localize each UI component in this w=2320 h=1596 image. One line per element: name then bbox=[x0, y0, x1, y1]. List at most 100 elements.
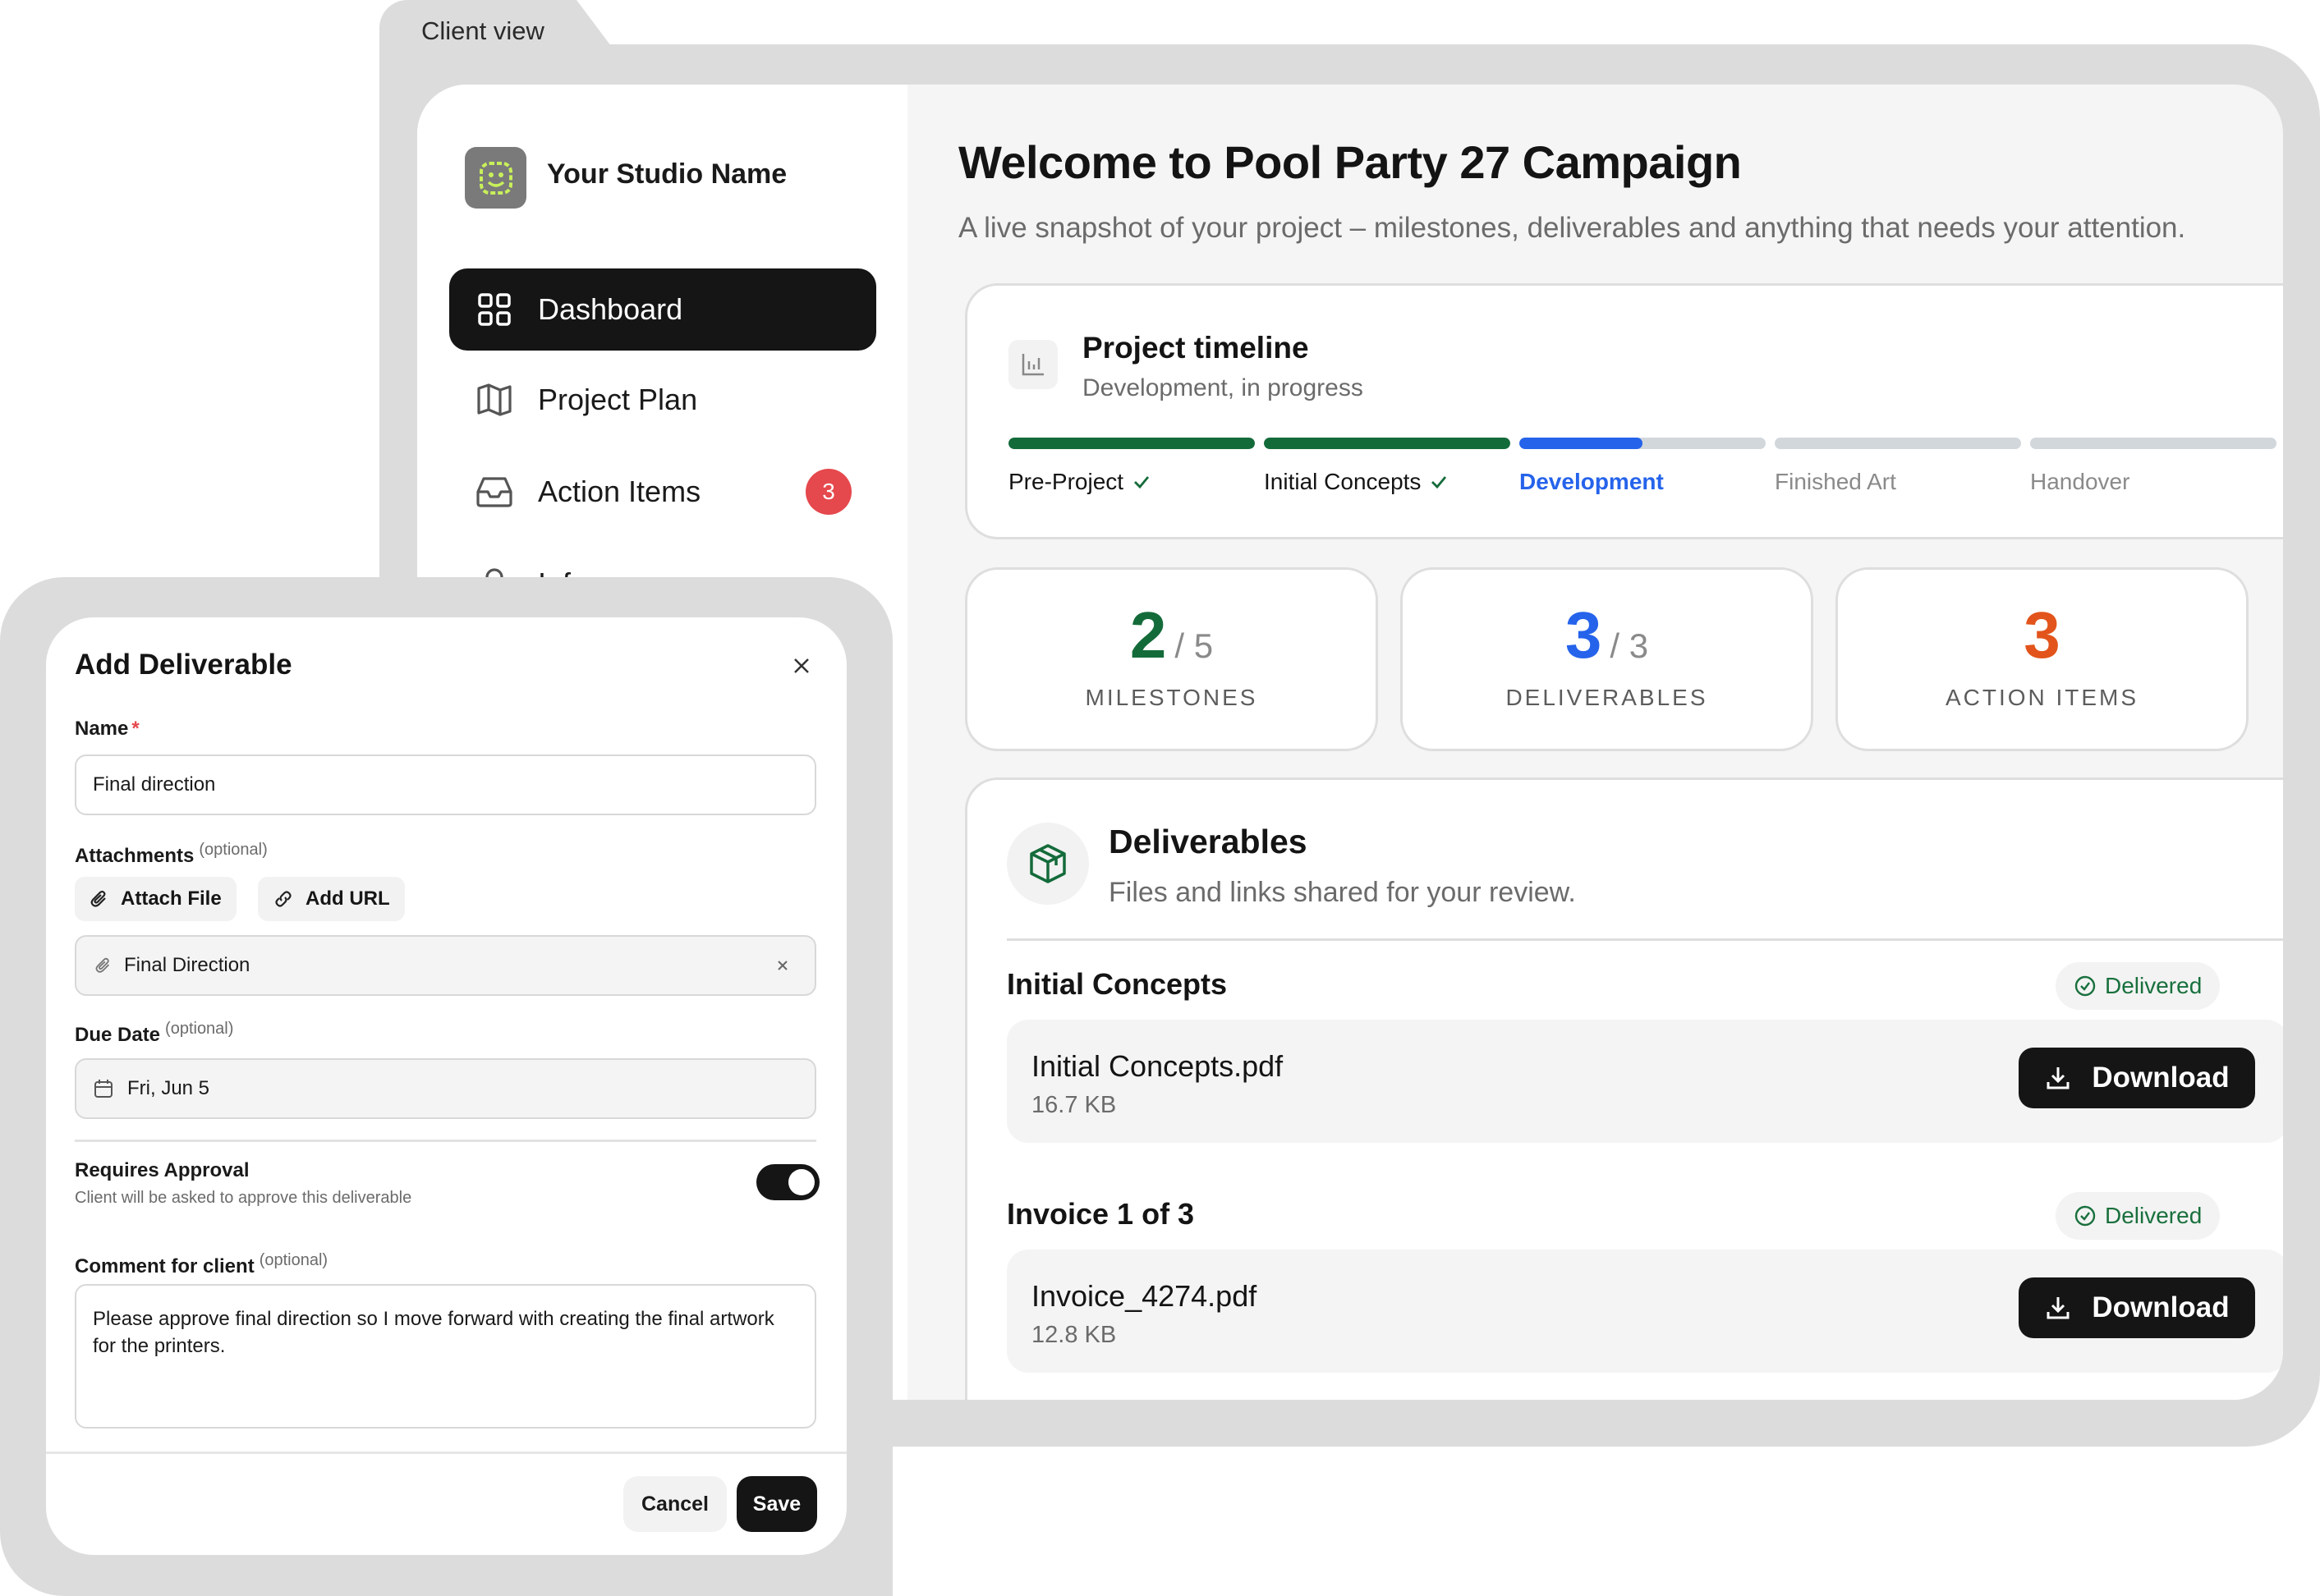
check-circle-icon bbox=[2074, 1205, 2096, 1227]
add-deliverable-modal: Add Deliverable Name * Final direction At… bbox=[46, 617, 847, 1555]
close-icon[interactable] bbox=[789, 654, 814, 678]
file-row: Invoice_4274.pdf 12.8 KB Download bbox=[1007, 1250, 2283, 1373]
requires-approval-label: Requires Approval bbox=[75, 1159, 250, 1181]
timeline-phase-1: Pre-Project bbox=[1008, 469, 1151, 495]
download-icon bbox=[2047, 1067, 2070, 1089]
requires-approval-toggle[interactable] bbox=[756, 1164, 820, 1200]
attachments-label: Attachments (optional) bbox=[75, 841, 268, 867]
timeline-segment-fill bbox=[1008, 438, 1255, 449]
sidebar-item-label: Project Plan bbox=[538, 383, 698, 416]
add-url-button[interactable]: Add URL bbox=[258, 877, 405, 921]
map-icon bbox=[475, 381, 513, 419]
paperclip-icon bbox=[95, 957, 110, 973]
divider bbox=[1007, 938, 2283, 941]
due-date-label: Due Date (optional) bbox=[75, 1020, 234, 1046]
stat-count: 3 bbox=[1564, 598, 1602, 672]
deliverables-subtitle: Files and links shared for your review. bbox=[1109, 877, 1576, 908]
grid-icon bbox=[475, 291, 513, 328]
dashboard-main: Welcome to Pool Party 27 Campaign A live… bbox=[907, 85, 2283, 1400]
stat-card-deliverables[interactable]: 3/ 3 DELIVERABLES bbox=[1400, 567, 1813, 751]
status-text: Delivered bbox=[2105, 1203, 2203, 1228]
phase-label: Development bbox=[1519, 469, 1664, 494]
toggle-knob bbox=[788, 1169, 815, 1195]
due-date-field[interactable]: Fri, Jun 5 bbox=[75, 1058, 816, 1119]
deliverables-title: Deliverables bbox=[1109, 823, 1307, 860]
smiley-face-icon bbox=[479, 161, 512, 195]
deliverables-card: Deliverables Files and links shared for … bbox=[965, 777, 2283, 1400]
deliverable-group-title: Initial Concepts bbox=[1007, 967, 1228, 1001]
bar-chart-icon bbox=[1008, 340, 1058, 389]
requires-approval-help: Client will be asked to approve this del… bbox=[75, 1189, 412, 1207]
file-name: Initial Concepts.pdf bbox=[1031, 1049, 1284, 1083]
divider bbox=[75, 1140, 816, 1142]
stat-value: 3 bbox=[1838, 598, 2246, 673]
page-subtitle: A live snapshot of your project – milest… bbox=[958, 212, 2186, 244]
sidebar-item-action-items[interactable]: Action Items 3 bbox=[449, 451, 876, 533]
timeline-segment-fill bbox=[1519, 438, 1642, 449]
attachment-item: Final Direction bbox=[75, 935, 816, 996]
stat-value: 3/ 3 bbox=[1403, 598, 1811, 673]
phase-label: Initial Concepts bbox=[1264, 469, 1422, 494]
status-text: Delivered bbox=[2105, 973, 2203, 998]
download-icon bbox=[2047, 1297, 2070, 1319]
stat-count: 3 bbox=[2024, 598, 2060, 672]
comment-label: Comment for client (optional) bbox=[75, 1251, 328, 1277]
stat-label: ACTION ITEMS bbox=[1945, 685, 2139, 710]
project-timeline-card: Project timeline Development, in progres… bbox=[965, 283, 2283, 539]
timeline-phase-3: Development bbox=[1519, 469, 1664, 495]
paperclip-icon bbox=[90, 890, 106, 907]
attach-file-button[interactable]: Attach File bbox=[75, 877, 237, 921]
package-icon bbox=[1007, 823, 1089, 905]
link-icon bbox=[275, 891, 292, 907]
timeline-phase-4: Finished Art bbox=[1775, 469, 1896, 495]
timeline-segment-2 bbox=[1264, 438, 1510, 449]
timeline-phase-5: Handover bbox=[2030, 469, 2129, 495]
file-size: 12.8 KB bbox=[1031, 1322, 1117, 1348]
stat-total: / 5 bbox=[1174, 626, 1214, 665]
attachment-name: Final Direction bbox=[124, 954, 250, 976]
phase-label: Finished Art bbox=[1775, 469, 1896, 494]
sidebar-item-label: Dashboard bbox=[538, 292, 683, 326]
status-badge: Delivered bbox=[2056, 1192, 2221, 1240]
download-button[interactable]: Download bbox=[2019, 1277, 2255, 1338]
sidebar-item-label: Action Items bbox=[538, 475, 701, 508]
save-button[interactable]: Save bbox=[737, 1476, 817, 1532]
check-icon bbox=[1134, 476, 1150, 489]
download-label: Download bbox=[2092, 1062, 2230, 1094]
phase-label: Pre-Project bbox=[1008, 469, 1124, 494]
timeline-segment-1 bbox=[1008, 438, 1255, 449]
file-name: Invoice_4274.pdf bbox=[1031, 1279, 1257, 1313]
remove-attachment-icon[interactable] bbox=[775, 958, 790, 973]
timeline-title: Project timeline bbox=[1082, 331, 1309, 365]
check-circle-icon bbox=[2074, 975, 2096, 997]
calendar-icon bbox=[94, 1080, 113, 1098]
divider bbox=[46, 1452, 847, 1454]
timeline-segment-4 bbox=[1775, 438, 2021, 449]
cancel-button[interactable]: Cancel bbox=[623, 1476, 727, 1532]
check-icon bbox=[1431, 476, 1447, 489]
stat-total: / 3 bbox=[1610, 626, 1649, 665]
stat-value: 2/ 5 bbox=[967, 598, 1376, 673]
stat-label: DELIVERABLES bbox=[1505, 685, 1708, 710]
name-input[interactable]: Final direction bbox=[75, 754, 816, 815]
status-badge: Delivered bbox=[2056, 962, 2221, 1010]
download-button[interactable]: Download bbox=[2019, 1048, 2255, 1108]
download-label: Download bbox=[2092, 1291, 2230, 1323]
stat-count: 2 bbox=[1129, 598, 1167, 672]
phase-label: Handover bbox=[2030, 469, 2130, 494]
timeline-segment-fill bbox=[1264, 438, 1510, 449]
deliverable-group-title: Invoice 1 of 3 bbox=[1007, 1197, 1195, 1231]
studio-logo[interactable] bbox=[465, 147, 526, 209]
modal-title: Add Deliverable bbox=[75, 649, 292, 681]
stat-card-milestones[interactable]: 2/ 5 MILESTONES bbox=[965, 567, 1378, 751]
comment-textarea[interactable]: Please approve final direction so I move… bbox=[75, 1284, 816, 1429]
timeline-segment-3 bbox=[1519, 438, 1766, 449]
sidebar-item-project-plan[interactable]: Project Plan bbox=[449, 359, 876, 441]
file-size: 16.7 KB bbox=[1031, 1092, 1117, 1118]
sidebar-item-dashboard[interactable]: Dashboard bbox=[449, 268, 876, 351]
timeline-phase-2: Initial Concepts bbox=[1264, 469, 1449, 495]
stat-card-action-items[interactable]: 3 ACTION ITEMS bbox=[1835, 567, 2249, 751]
inbox-icon bbox=[475, 473, 513, 511]
action-items-count-badge: 3 bbox=[806, 469, 852, 515]
timeline-status: Development, in progress bbox=[1082, 374, 1363, 401]
